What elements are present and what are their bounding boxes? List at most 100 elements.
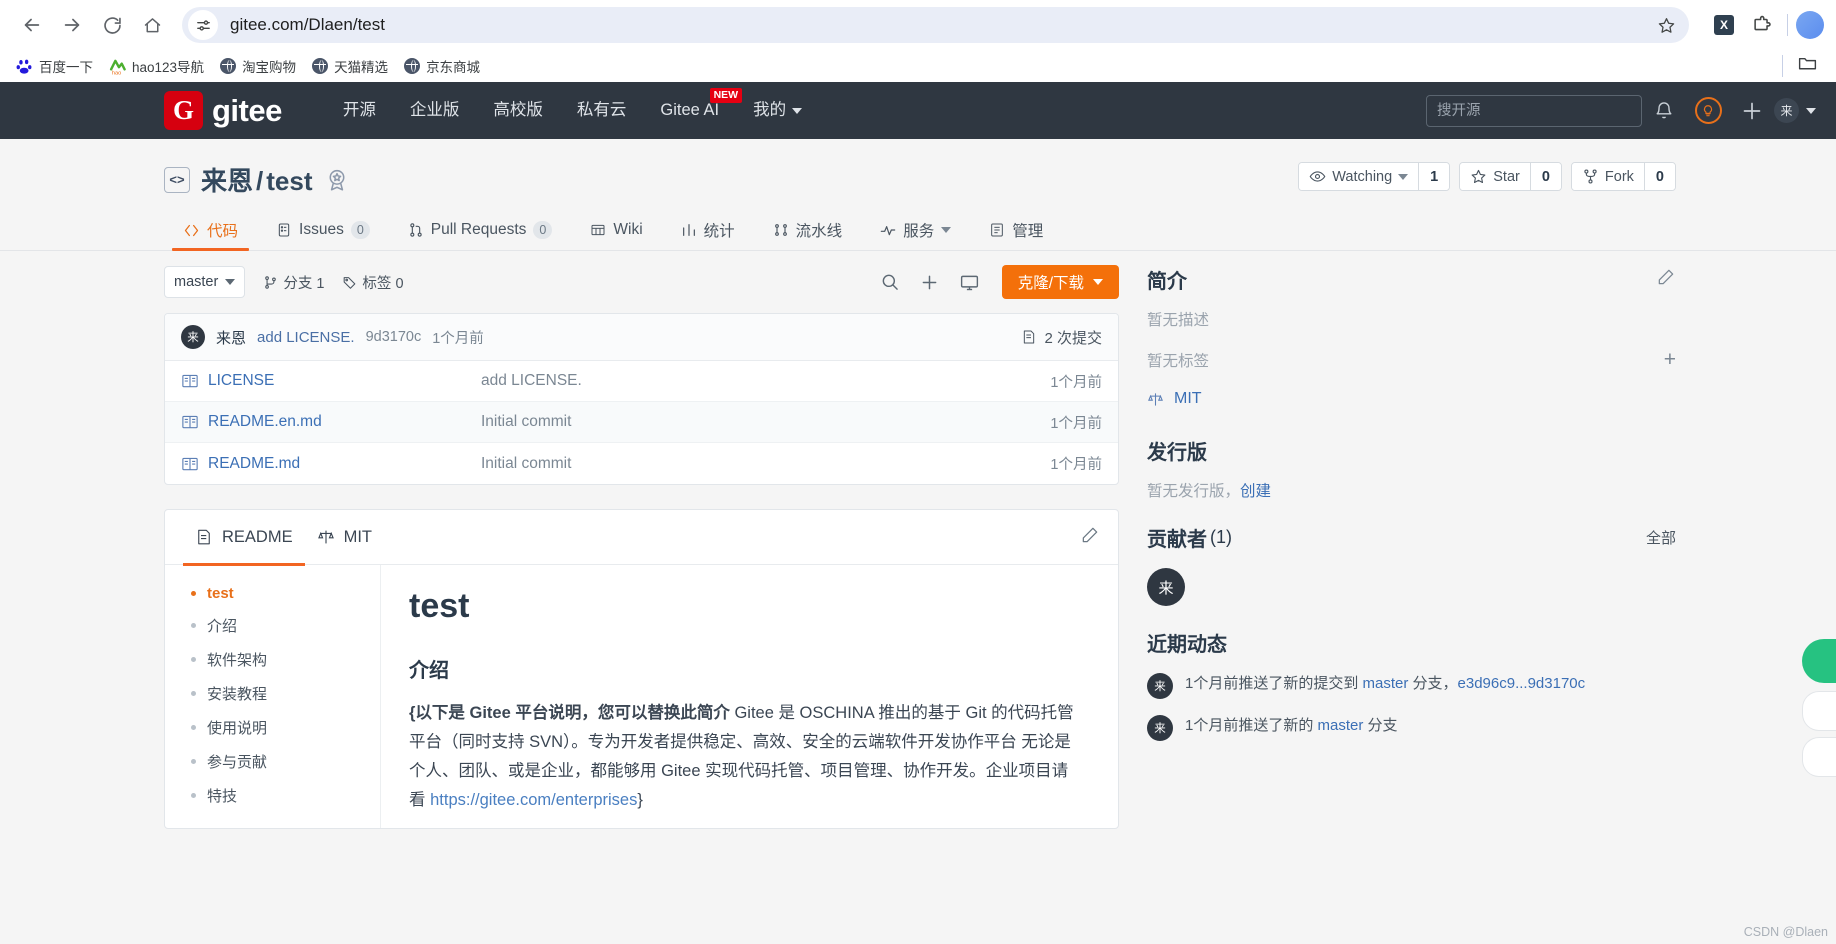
bookmark-item[interactable]: hao hao123导航 [101, 53, 212, 79]
file-link[interactable]: LICENSE [181, 372, 481, 390]
floating-widget-upper[interactable] [1802, 691, 1836, 731]
commit-message[interactable]: add LICENSE. [257, 329, 355, 346]
nav-link-mine[interactable]: 我的 [736, 82, 819, 139]
contributors-all-link[interactable]: 全部 [1646, 527, 1676, 548]
star-outline-icon[interactable] [1651, 10, 1681, 40]
toc-item[interactable]: 软件架构 [191, 649, 380, 670]
license-link[interactable]: MIT [1147, 390, 1676, 408]
nav-link-opensource[interactable]: 开源 [326, 82, 393, 139]
extension-x-icon[interactable]: X [1707, 8, 1741, 42]
nav-link-privatecloud[interactable]: 私有云 [560, 82, 644, 139]
avatar[interactable]: 来 [1147, 673, 1173, 699]
clone-download-button[interactable]: 克隆/下载 [1001, 265, 1119, 299]
tab-issues[interactable]: Issues 0 [257, 210, 389, 250]
gitee-logo[interactable]: G gitee [164, 91, 282, 130]
readme-h1: test [409, 587, 470, 625]
commit-author[interactable]: 来恩 [216, 327, 246, 348]
plus-icon[interactable]: + [1664, 348, 1676, 372]
folder-icon[interactable] [1797, 53, 1818, 79]
star-count[interactable]: 0 [1529, 163, 1561, 190]
user-menu[interactable]: 来 [1774, 98, 1820, 123]
toc-item[interactable]: 安装教程 [191, 683, 380, 704]
commits-count-link[interactable]: 2 次提交 [1021, 327, 1102, 348]
branches-label: 分支 1 [283, 275, 325, 292]
tab-license[interactable]: MIT [305, 510, 384, 565]
address-bar[interactable]: gitee.com/Dlaen/test [182, 7, 1689, 43]
watch-button[interactable]: Watching [1299, 163, 1419, 190]
tab-service[interactable]: 服务 [861, 210, 970, 250]
table-row[interactable]: README.md Initial commit 1个月前 [165, 443, 1118, 484]
file-link[interactable]: README.md [181, 455, 481, 473]
tab-stats[interactable]: 统计 [662, 210, 754, 250]
home-icon[interactable] [132, 5, 172, 45]
floating-widget-lower[interactable] [1802, 737, 1836, 777]
tab-pull-requests[interactable]: Pull Requests 0 [389, 210, 572, 250]
create-release-link[interactable]: 创建 [1240, 483, 1271, 500]
toc-item[interactable]: 介绍 [191, 615, 380, 636]
bookmark-item[interactable]: 天猫精选 [304, 53, 396, 79]
star-button-group[interactable]: Star 0 [1459, 162, 1562, 191]
watch-count[interactable]: 1 [1418, 163, 1450, 190]
avatar[interactable]: 来 [1147, 715, 1173, 741]
file-link[interactable]: README.en.md [181, 413, 481, 431]
forward-arrow-icon[interactable] [52, 5, 92, 45]
tab-readme[interactable]: README [183, 510, 305, 566]
activity-commit-link[interactable]: e3d96c9...9d3170c [1458, 675, 1586, 692]
tab-wiki[interactable]: Wiki [571, 210, 661, 250]
nav-link-enterprise[interactable]: 企业版 [393, 82, 477, 139]
activity-branch-link[interactable]: master [1363, 675, 1409, 692]
toc-item[interactable]: 特技 [191, 785, 380, 806]
toc-item[interactable]: 使用说明 [191, 717, 380, 738]
plus-icon[interactable] [1730, 89, 1774, 133]
table-row[interactable]: LICENSE add LICENSE. 1个月前 [165, 361, 1118, 402]
branches-link[interactable]: 分支 1 [263, 272, 324, 293]
readme-toc: test 介绍 软件架构 安装教程 使用说明 参与贡献 特技 [165, 565, 381, 828]
commit-sha[interactable]: 9d3170c [366, 329, 422, 345]
bookmark-item[interactable]: 京东商城 [396, 53, 488, 79]
tab-manage[interactable]: 管理 [970, 210, 1062, 250]
readme-paragraph-link[interactable]: https://gitee.com/enterprises [430, 791, 637, 809]
avatar[interactable]: 来 [1147, 568, 1185, 606]
tab-pipeline[interactable]: 流水线 [754, 210, 862, 250]
search-input[interactable] [1426, 94, 1642, 127]
monitor-icon[interactable] [952, 266, 988, 298]
fork-count[interactable]: 0 [1643, 163, 1675, 190]
edit-pencil-icon[interactable] [1656, 267, 1676, 293]
toc-item[interactable]: test [191, 585, 380, 602]
nav-link-gitee-ai[interactable]: Gitee AI NEW [643, 82, 743, 139]
repo-name-link[interactable]: test [266, 166, 312, 196]
tags-link[interactable]: 标签 0 [342, 272, 404, 293]
commit-list-icon [1024, 330, 1035, 344]
lightbulb-icon[interactable] [1686, 89, 1730, 133]
add-file-icon[interactable] [912, 266, 948, 298]
readme-paragraph: {以下是 Gitee 平台说明，您可以替换此简介 Gitee 是 OSCHINA… [409, 699, 1082, 815]
tab-code[interactable]: 代码 [164, 210, 257, 251]
url-text[interactable]: gitee.com/Dlaen/test [230, 15, 1651, 35]
toc-item[interactable]: 参与贡献 [191, 751, 380, 772]
nav-link-education[interactable]: 高校版 [476, 82, 560, 139]
search-icon[interactable] [872, 266, 908, 298]
star-button[interactable]: Star [1460, 163, 1530, 190]
file-toolbar-right: 克隆/下载 [872, 265, 1119, 299]
fork-button[interactable]: Fork [1571, 163, 1644, 190]
watch-button-group[interactable]: Watching 1 [1298, 162, 1451, 191]
bookmark-item[interactable]: 百度一下 [8, 53, 101, 79]
repo-owner-link[interactable]: 来恩 [201, 166, 253, 196]
fork-button-group[interactable]: Fork 0 [1570, 162, 1676, 191]
notification-bell-icon[interactable] [1642, 89, 1686, 133]
branch-selector[interactable]: master [164, 266, 246, 298]
reload-icon[interactable] [92, 5, 132, 45]
edit-pencil-icon[interactable] [1080, 525, 1100, 550]
puzzle-piece-icon[interactable] [1745, 8, 1779, 42]
back-arrow-icon[interactable] [12, 5, 52, 45]
activity-branch-link[interactable]: master [1318, 717, 1364, 734]
site-settings-icon[interactable] [188, 10, 218, 40]
globe-icon [404, 58, 421, 74]
releases-empty: 暂无发行版，创建 [1147, 479, 1676, 501]
activity-text-mid: 分支 [1363, 717, 1398, 734]
profile-avatar[interactable] [1796, 11, 1824, 39]
wiki-icon [591, 224, 605, 236]
bookmark-item[interactable]: 淘宝购物 [212, 53, 304, 79]
readme-panel: README MIT test 介绍 软件架构 安装教程 使用说明 参与贡献 特… [164, 509, 1119, 829]
table-row[interactable]: README.en.md Initial commit 1个月前 [165, 402, 1118, 443]
